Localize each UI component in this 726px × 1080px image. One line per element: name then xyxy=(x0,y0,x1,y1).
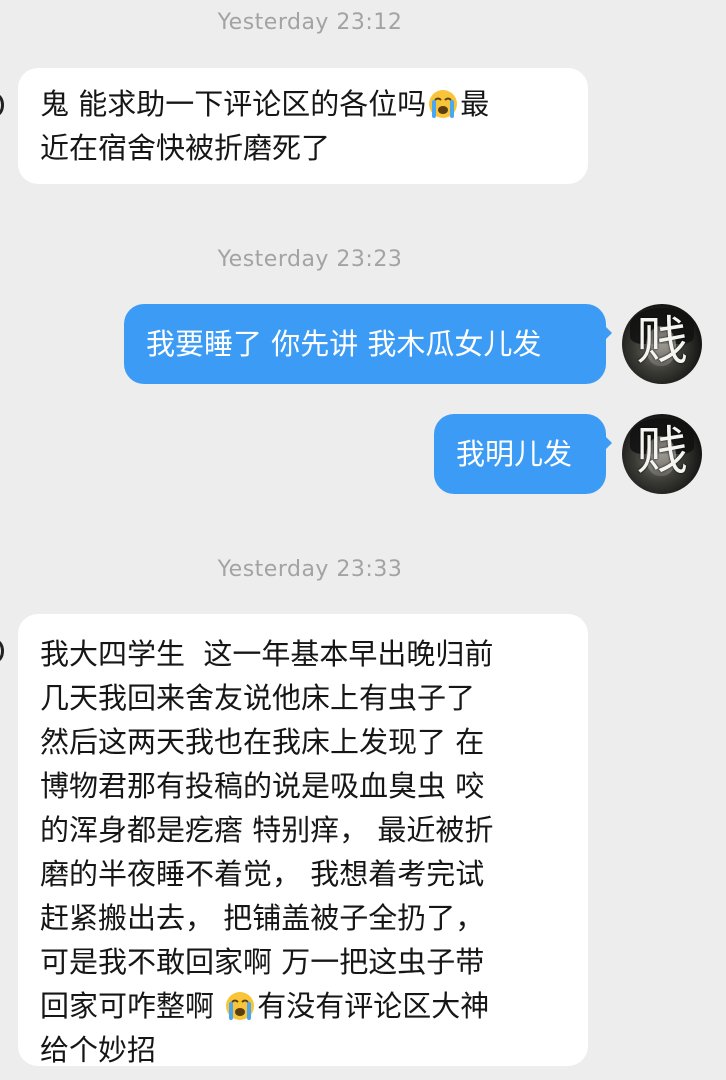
user-avatar[interactable]: 贱 xyxy=(622,304,702,384)
message-bubble-outgoing[interactable]: 我明儿发 xyxy=(434,414,612,494)
user-avatar[interactable]: 贱 xyxy=(622,414,702,494)
loudly-crying-face-icon xyxy=(428,87,458,118)
loudly-crying-face-icon xyxy=(225,989,255,1020)
sender-avatar-edge[interactable] xyxy=(0,640,4,662)
timestamp: Yesterday 23:12 xyxy=(217,10,403,35)
message-text: 鬼 能求助一下评论区的各位吗 xyxy=(40,87,427,121)
timestamp: Yesterday 23:23 xyxy=(217,247,403,272)
avatar-character: 贱 xyxy=(635,422,688,482)
message-bubble-incoming[interactable]: 我大四学生 这一年基本早出晚归前 几天我回来舍友说他床上有虫子了 然后这两天我也… xyxy=(18,614,588,1067)
message-bubble-incoming[interactable]: 鬼 能求助一下评论区的各位吗最 近在宿舍快被折磨死了 xyxy=(18,68,588,184)
timestamp: Yesterday 23:33 xyxy=(217,557,403,582)
message-text: 我明儿发 xyxy=(456,437,573,471)
message-text: 我要睡了 你先讲 我木瓜女儿发 xyxy=(146,327,542,361)
avatar-character: 贱 xyxy=(635,312,688,372)
message-bubble-outgoing[interactable]: 我要睡了 你先讲 我木瓜女儿发 xyxy=(124,304,612,384)
sender-avatar-edge[interactable] xyxy=(0,94,4,116)
message-text: 我大四学生 这一年基本早出晚归前 几天我回来舍友说他床上有虫子了 然后这两天我也… xyxy=(40,637,494,1023)
